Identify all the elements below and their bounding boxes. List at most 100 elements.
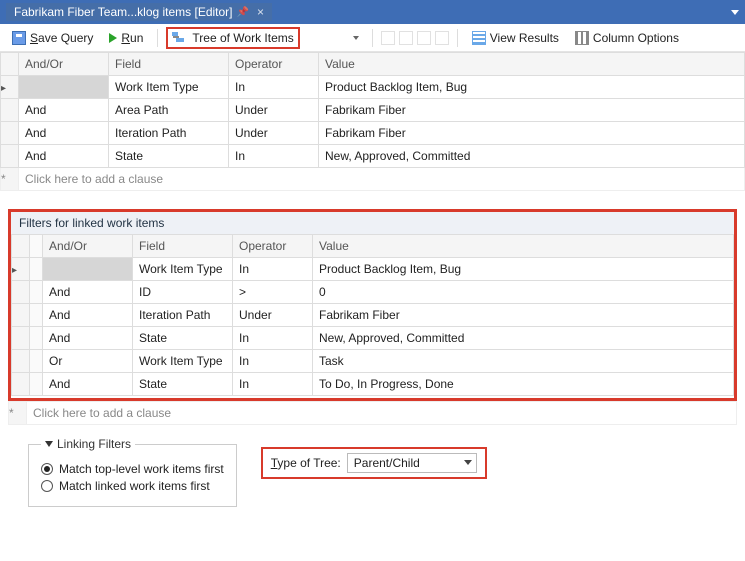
col-field[interactable]: Field <box>133 235 233 258</box>
table-row[interactable]: And State In New, Approved, Committed <box>12 327 734 350</box>
cell-value[interactable]: Product Backlog Item, Bug <box>319 76 745 99</box>
col-operator[interactable]: Operator <box>229 53 319 76</box>
add-clause-row[interactable]: Click here to add a clause <box>1 168 745 191</box>
cell-operator[interactable]: In <box>229 76 319 99</box>
cell-andor[interactable]: Or <box>43 350 133 373</box>
table-row[interactable]: And Iteration Path Under Fabrikam Fiber <box>1 122 745 145</box>
column-options-button[interactable]: Column Options <box>569 29 685 47</box>
col-andor[interactable]: And/Or <box>19 53 109 76</box>
table-row[interactable]: Work Item Type In Product Backlog Item, … <box>1 76 745 99</box>
group-handle[interactable] <box>30 373 43 396</box>
cell-operator[interactable]: Under <box>233 304 313 327</box>
cell-operator[interactable]: In <box>233 350 313 373</box>
radio-match-linked[interactable]: Match linked work items first <box>41 479 224 493</box>
cell-value[interactable]: Task <box>313 350 734 373</box>
row-selector[interactable] <box>12 350 30 373</box>
col-value[interactable]: Value <box>313 235 734 258</box>
table-row[interactable]: And ID > 0 <box>12 281 734 304</box>
cell-andor[interactable]: And <box>19 99 109 122</box>
add-clause-hint[interactable]: Click here to add a clause <box>27 402 737 425</box>
table-row[interactable]: And Iteration Path Under Fabrikam Fiber <box>12 304 734 327</box>
cell-operator[interactable]: In <box>233 373 313 396</box>
cell-field[interactable]: State <box>109 145 229 168</box>
linked-add-clause-grid[interactable]: Click here to add a clause <box>8 401 737 425</box>
query-type-dropdown[interactable] <box>304 28 364 48</box>
group-handle[interactable] <box>30 281 43 304</box>
cell-operator[interactable]: In <box>233 327 313 350</box>
pin-icon[interactable]: 📌 <box>237 7 249 18</box>
col-field[interactable]: Field <box>109 53 229 76</box>
cell-field[interactable]: Work Item Type <box>133 258 233 281</box>
group-handle[interactable] <box>30 304 43 327</box>
cell-value[interactable]: Fabrikam Fiber <box>319 122 745 145</box>
row-selector[interactable] <box>1 76 19 99</box>
collapse-icon[interactable] <box>45 441 53 447</box>
top-filter-grid[interactable]: And/Or Field Operator Value Work Item Ty… <box>0 52 745 191</box>
cell-value[interactable]: New, Approved, Committed <box>319 145 745 168</box>
cell-andor[interactable] <box>43 258 133 281</box>
cell-andor[interactable]: And <box>19 145 109 168</box>
cell-andor[interactable]: And <box>43 373 133 396</box>
cell-operator[interactable]: Under <box>229 122 319 145</box>
col-operator[interactable]: Operator <box>233 235 313 258</box>
type-of-tree-select[interactable]: Parent/Child <box>347 453 477 473</box>
cell-field[interactable]: Work Item Type <box>133 350 233 373</box>
col-value[interactable]: Value <box>319 53 745 76</box>
cell-field[interactable]: Iteration Path <box>109 122 229 145</box>
cell-andor[interactable]: And <box>19 122 109 145</box>
table-row[interactable]: Or Work Item Type In Task <box>12 350 734 373</box>
add-clause-row[interactable]: Click here to add a clause <box>9 402 737 425</box>
cell-andor[interactable]: And <box>43 304 133 327</box>
row-selector[interactable] <box>12 304 30 327</box>
cell-value[interactable]: Fabrikam Fiber <box>313 304 734 327</box>
cell-field[interactable]: Iteration Path <box>133 304 233 327</box>
cell-andor[interactable]: And <box>43 327 133 350</box>
row-selector[interactable] <box>12 373 30 396</box>
cell-operator[interactable]: Under <box>229 99 319 122</box>
separator <box>457 29 458 47</box>
document-tab[interactable]: Fabrikam Fiber Team...klog items [Editor… <box>6 3 272 21</box>
cell-operator[interactable]: In <box>233 258 313 281</box>
linked-filters-title: Filters for linked work items <box>11 212 734 234</box>
table-row[interactable]: And Area Path Under Fabrikam Fiber <box>1 99 745 122</box>
row-selector[interactable] <box>12 281 30 304</box>
cell-value[interactable]: Fabrikam Fiber <box>319 99 745 122</box>
row-selector[interactable] <box>1 122 19 145</box>
group-handle[interactable] <box>30 258 43 281</box>
tab-overflow-icon[interactable] <box>731 10 739 15</box>
chevron-down-icon <box>464 460 472 465</box>
cell-field[interactable]: Work Item Type <box>109 76 229 99</box>
close-icon[interactable]: × <box>253 5 264 19</box>
radio-match-top-level[interactable]: Match top-level work items first <box>41 462 224 476</box>
row-selector[interactable] <box>1 99 19 122</box>
run-button[interactable]: Run <box>103 29 149 47</box>
table-row[interactable]: Work Item Type In Product Backlog Item, … <box>12 258 734 281</box>
table-row[interactable]: And State In To Do, In Progress, Done <box>12 373 734 396</box>
linked-filters-panel: Filters for linked work items And/Or Fie… <box>8 209 737 401</box>
group-handle[interactable] <box>30 350 43 373</box>
col-andor[interactable]: And/Or <box>43 235 133 258</box>
view-results-button[interactable]: View Results <box>466 29 565 47</box>
table-row[interactable]: And State In New, Approved, Committed <box>1 145 745 168</box>
cell-field[interactable]: Area Path <box>109 99 229 122</box>
row-selector[interactable] <box>1 145 19 168</box>
linked-filter-grid[interactable]: And/Or Field Operator Value Work Item Ty… <box>11 234 734 396</box>
add-clause-hint[interactable]: Click here to add a clause <box>19 168 745 191</box>
cell-field[interactable]: State <box>133 373 233 396</box>
cell-value[interactable]: 0 <box>313 281 734 304</box>
save-query-button[interactable]: Save Query <box>6 29 99 47</box>
cell-operator[interactable]: > <box>233 281 313 304</box>
cell-operator[interactable]: In <box>229 145 319 168</box>
cell-andor[interactable]: And <box>43 281 133 304</box>
row-selector[interactable] <box>12 258 30 281</box>
cell-value[interactable]: New, Approved, Committed <box>313 327 734 350</box>
cell-field[interactable]: State <box>133 327 233 350</box>
cell-field[interactable]: ID <box>133 281 233 304</box>
query-type-selector[interactable]: Tree of Work Items <box>166 27 299 49</box>
cell-value[interactable]: To Do, In Progress, Done <box>313 373 734 396</box>
group-handle[interactable] <box>30 327 43 350</box>
cell-value[interactable]: Product Backlog Item, Bug <box>313 258 734 281</box>
cell-andor[interactable] <box>19 76 109 99</box>
row-selector[interactable] <box>12 327 30 350</box>
rowheader-blank <box>12 235 30 258</box>
